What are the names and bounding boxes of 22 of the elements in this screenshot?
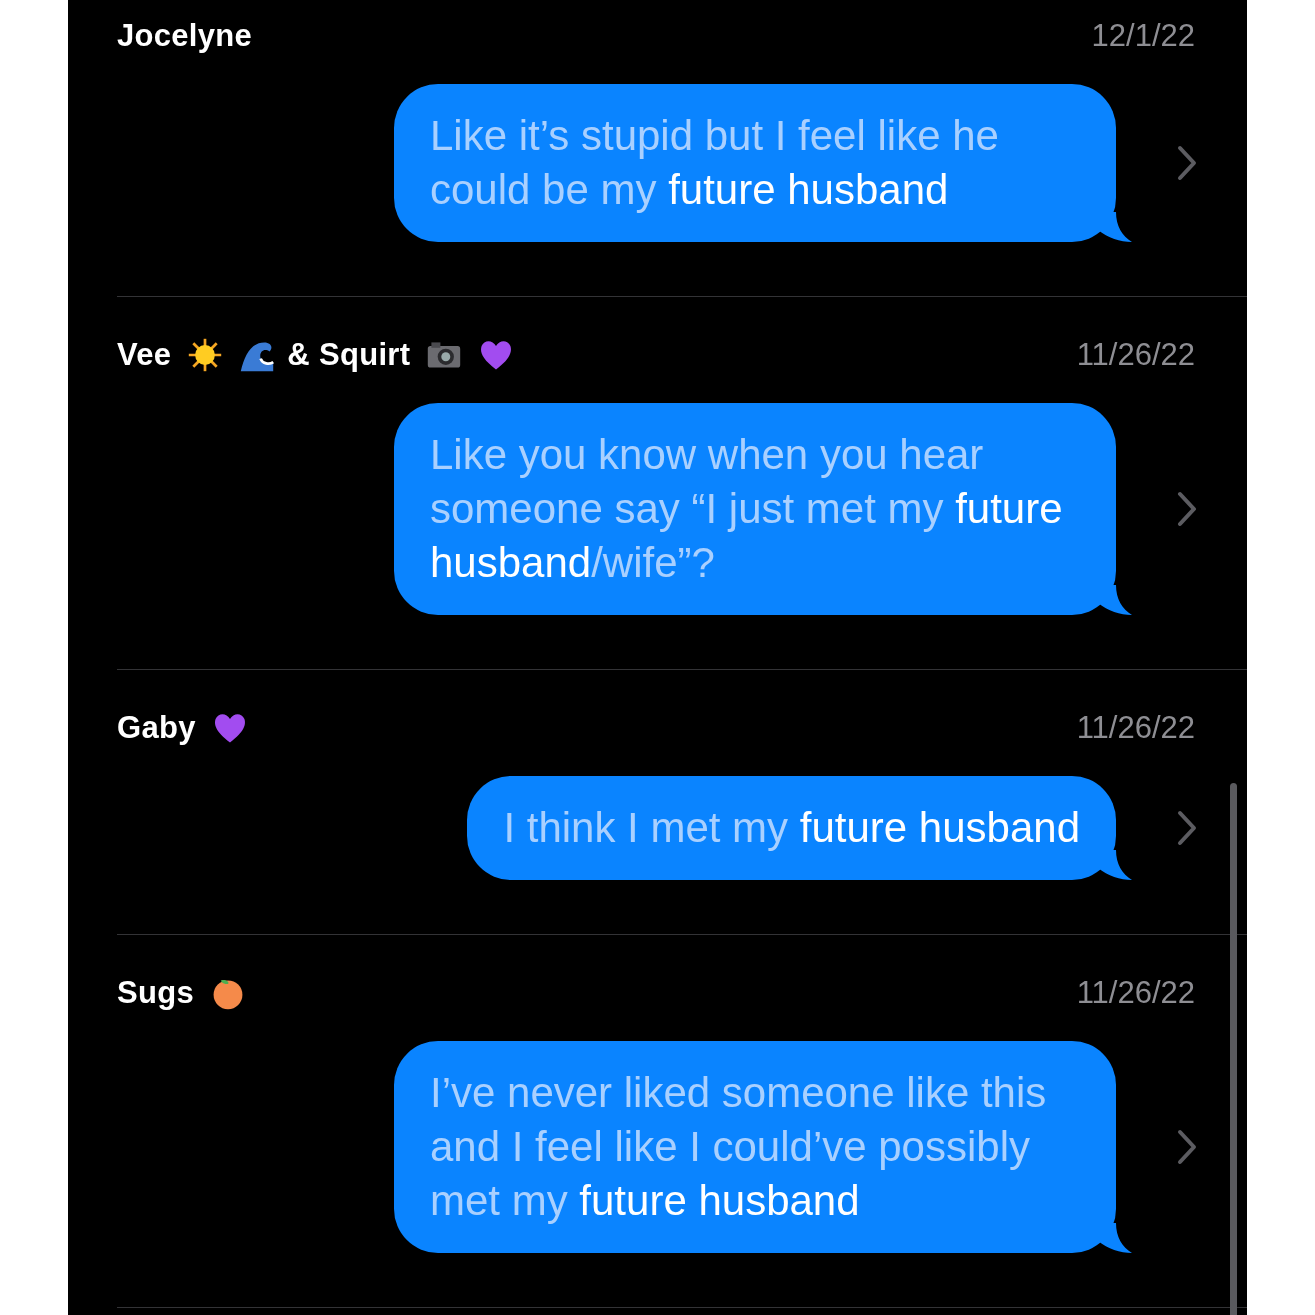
message-bubble[interactable]: Like you know when you hear someone say “I just met my future husband/wife”? (394, 403, 1116, 615)
chevron-icon (1177, 1129, 1197, 1165)
contact-name: Jocelyne (117, 18, 253, 54)
message-bubble[interactable]: Like it’s stupid but I feel like he could be my future husband (394, 84, 1116, 242)
contact-name: Vee (117, 337, 172, 373)
bubble-tail (1098, 850, 1132, 880)
bubble-tail (1098, 212, 1132, 242)
message-date: 11/26/22 (1076, 337, 1195, 373)
message-date: 11/26/22 (1076, 975, 1195, 1011)
contact-name: Gaby (117, 710, 196, 746)
bubble-tail (1098, 585, 1132, 615)
message-bubble[interactable]: I think I met my future husband (467, 776, 1116, 880)
chevron-icon (1177, 145, 1197, 181)
chevron-icon (1177, 810, 1197, 846)
contact-name: & Squirt (287, 337, 411, 373)
message-date: 12/1/22 (1091, 18, 1195, 54)
message-bubble[interactable]: I’ve never liked someone like this and I feel like I could’ve possibly met my future husband (394, 1041, 1116, 1253)
bubble-tail (1098, 1223, 1132, 1253)
sun-icon (187, 337, 224, 373)
message-date: 11/26/22 (1076, 710, 1195, 746)
chevron-icon (1177, 491, 1197, 527)
contact-name: Sugs (117, 975, 194, 1011)
